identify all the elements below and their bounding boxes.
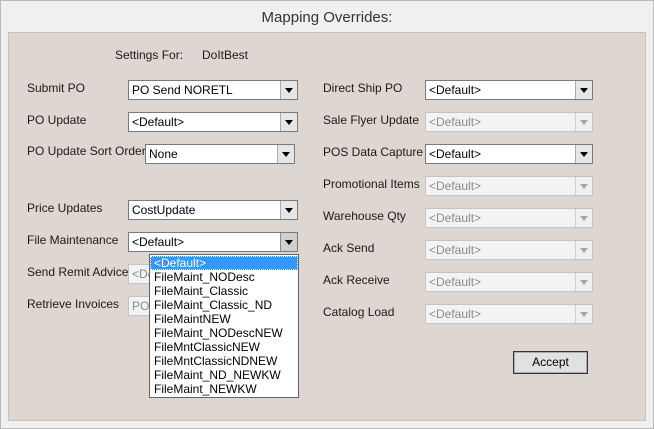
chevron-down-icon[interactable] [575,81,592,99]
promotional-label: Promotional Items [323,177,420,191]
file-maintenance-value: <Default> [132,235,185,249]
promotional-value: <Default> [429,179,482,193]
chevron-down-icon[interactable] [280,113,297,131]
chevron-down-icon [575,273,592,291]
promotional-select: <Default> [425,176,593,196]
direct-ship-po-value: <Default> [429,83,482,97]
ack-send-label: Ack Send [323,241,375,255]
pos-data-label: POS Data Capture [323,145,424,159]
price-updates-value: CostUpdate [132,203,196,217]
dropdown-option[interactable]: FileMaint_NEWKW [150,382,298,396]
direct-ship-po-label: Direct Ship PO [323,81,403,95]
chevron-down-icon [575,113,592,131]
dropdown-option[interactable]: FileMntClassicNDNEW [150,354,298,368]
settings-for-label: Settings For: [115,48,184,62]
mapping-overrides-dialog: Mapping Overrides: Settings For: DoItBes… [0,0,654,429]
chevron-down-icon[interactable] [575,145,592,163]
dropdown-option[interactable]: FileMaint_NODescNEW [150,326,298,340]
sale-flyer-label: Sale Flyer Update [323,113,420,127]
po-update-label: PO Update [27,113,87,127]
chevron-down-icon[interactable] [280,81,297,99]
dropdown-option[interactable]: FileMaint_NODesc [150,270,298,284]
dropdown-option[interactable]: <Default> [150,256,298,270]
warehouse-qty-label: Warehouse Qty [323,209,406,223]
chevron-down-icon[interactable] [280,201,297,219]
ack-receive-label: Ack Receive [323,273,390,287]
dropdown-option[interactable]: FileMaintNEW [150,312,298,326]
price-updates-label: Price Updates [27,201,103,215]
dropdown-option[interactable]: FileMaint_ND_NEWKW [150,368,298,382]
po-update-select[interactable]: <Default> [128,112,298,132]
chevron-down-icon[interactable] [280,233,297,251]
accept-button[interactable]: Accept [513,351,588,374]
file-maintenance-label: File Maintenance [27,233,119,247]
catalog-load-value: <Default> [429,307,482,321]
pos-data-value: <Default> [429,147,482,161]
chevron-down-icon [575,241,592,259]
pos-data-select[interactable]: <Default> [425,144,593,164]
catalog-load-select: <Default> [425,304,593,324]
retrieve-invoices-label: Retrieve Invoices [27,297,120,311]
ack-receive-select: <Default> [425,272,593,292]
submit-po-value: PO Send NORETL [132,83,233,97]
po-update-sort-label: PO Update Sort Order: [27,144,150,158]
sale-flyer-select: <Default> [425,112,593,132]
ack-send-value: <Default> [429,243,482,257]
po-update-value: <Default> [132,115,185,129]
ack-receive-value: <Default> [429,275,482,289]
direct-ship-po-select[interactable]: <Default> [425,80,593,100]
dropdown-option[interactable]: FileMaint_Classic_ND [150,298,298,312]
warehouse-qty-value: <Default> [429,211,482,225]
po-update-sort-select[interactable]: None [145,144,295,164]
file-maintenance-select[interactable]: <Default> [128,232,298,252]
submit-po-label: Submit PO [27,81,86,95]
chevron-down-icon[interactable] [277,145,294,163]
chevron-down-icon [575,209,592,227]
catalog-load-label: Catalog Load [323,305,395,319]
dialog-title: Mapping Overrides: [261,9,393,26]
send-remit-label: Send Remit Advice [27,265,129,279]
submit-po-select[interactable]: PO Send NORETL [128,80,298,100]
chevron-down-icon [575,177,592,195]
sale-flyer-value: <Default> [429,115,482,129]
dropdown-option[interactable]: FileMntClassicNEW [150,340,298,354]
po-update-sort-value: None [149,147,178,161]
settings-for-value: DoItBest [202,48,249,62]
dropdown-option[interactable]: FileMaint_Classic [150,284,298,298]
chevron-down-icon [575,305,592,323]
file-maintenance-dropdown-list: <Default> FileMaint_NODesc FileMaint_Cla… [149,254,299,398]
price-updates-select[interactable]: CostUpdate [128,200,298,220]
warehouse-qty-select: <Default> [425,208,593,228]
ack-send-select: <Default> [425,240,593,260]
